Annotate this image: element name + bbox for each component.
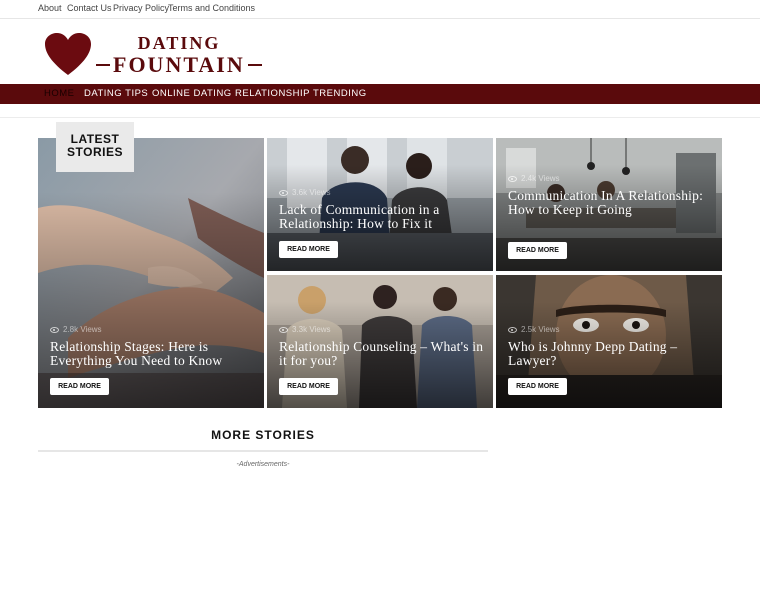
read-more-button[interactable]: READ MORE [508, 378, 567, 395]
story-title[interactable]: Lack of Communication in a Relationship:… [279, 203, 484, 231]
story-title[interactable]: Relationship Counseling – What's in it f… [279, 340, 484, 368]
story-card-1[interactable]: 2.8k Views Relationship Stages: Here is … [38, 138, 264, 408]
more-stories-divider [38, 450, 488, 452]
story-views: 2.8k Views [50, 325, 102, 334]
more-stories-heading: MORE STORIES [211, 428, 315, 442]
story-title[interactable]: Relationship Stages: Here is Everything … [50, 340, 255, 368]
nav-trending[interactable]: TRENDING [313, 84, 367, 104]
eye-icon [50, 326, 59, 333]
top-link-terms[interactable]: Terms and Conditions [168, 3, 255, 13]
latest-stories-label: LATEST STORIES [56, 122, 134, 172]
top-links-bar: About Contact Us Privacy Policy Terms an… [0, 0, 760, 19]
logo-line-1: DATING [137, 33, 221, 53]
eye-icon [508, 326, 517, 333]
read-more-button[interactable]: READ MORE [508, 242, 567, 259]
story-card-3[interactable]: 2.4k Views Communication In A Relationsh… [496, 138, 722, 271]
top-link-contact[interactable]: Contact Us [67, 3, 112, 13]
read-more-button[interactable]: READ MORE [279, 378, 338, 395]
story-card-5[interactable]: 2.5k Views Who is Johnny Depp Dating – L… [496, 275, 722, 408]
story-title[interactable]: Communication In A Relationship: How to … [508, 189, 713, 217]
main-nav: HOME DATING TIPS ONLINE DATING RELATIONS… [0, 84, 760, 104]
story-card-2[interactable]: 3.6k Views Lack of Communication in a Re… [267, 138, 493, 271]
story-views-count: 2.4k Views [521, 174, 560, 183]
nav-relationship[interactable]: RELATIONSHIP [235, 84, 310, 104]
logo-dash-right [247, 64, 262, 66]
advertisements-label: -Advertisements- [236, 461, 290, 468]
logo-line-2: FOUNTAIN [96, 52, 262, 77]
site-header: DATING FOUNTAIN [0, 19, 760, 84]
top-link-about[interactable]: About [38, 3, 62, 13]
heart-logo-icon[interactable] [44, 33, 92, 77]
story-card-4[interactable]: 3.3k Views Relationship Counseling – Wha… [267, 275, 493, 408]
nav-dating-tips[interactable]: DATING TIPS [84, 84, 148, 104]
story-views-count: 2.8k Views [63, 325, 102, 334]
story-title[interactable]: Who is Johnny Depp Dating – Lawyer? [508, 340, 713, 368]
read-more-button[interactable]: READ MORE [50, 378, 109, 395]
top-link-privacy[interactable]: Privacy Policy [113, 3, 169, 13]
site-logo[interactable]: DATING FOUNTAIN [96, 33, 262, 77]
nav-divider [0, 117, 760, 118]
nav-home[interactable]: HOME [44, 84, 75, 104]
eye-icon [279, 326, 288, 333]
eye-icon [508, 175, 517, 182]
logo-dash-left [96, 64, 110, 66]
nav-online-dating[interactable]: ONLINE DATING [152, 84, 232, 104]
eye-icon [279, 189, 288, 196]
story-views: 2.4k Views [508, 174, 560, 183]
read-more-button[interactable]: READ MORE [279, 241, 338, 258]
story-views-count: 3.3k Views [292, 325, 331, 334]
story-views-count: 3.6k Views [292, 188, 331, 197]
story-views: 3.3k Views [279, 325, 331, 334]
story-views: 3.6k Views [279, 188, 331, 197]
story-views-count: 2.5k Views [521, 325, 560, 334]
latest-stories-grid: LATEST STORIES 2.8k Views Relationship S… [38, 122, 722, 408]
story-views: 2.5k Views [508, 325, 560, 334]
logo-line-2-text: FOUNTAIN [113, 52, 245, 77]
